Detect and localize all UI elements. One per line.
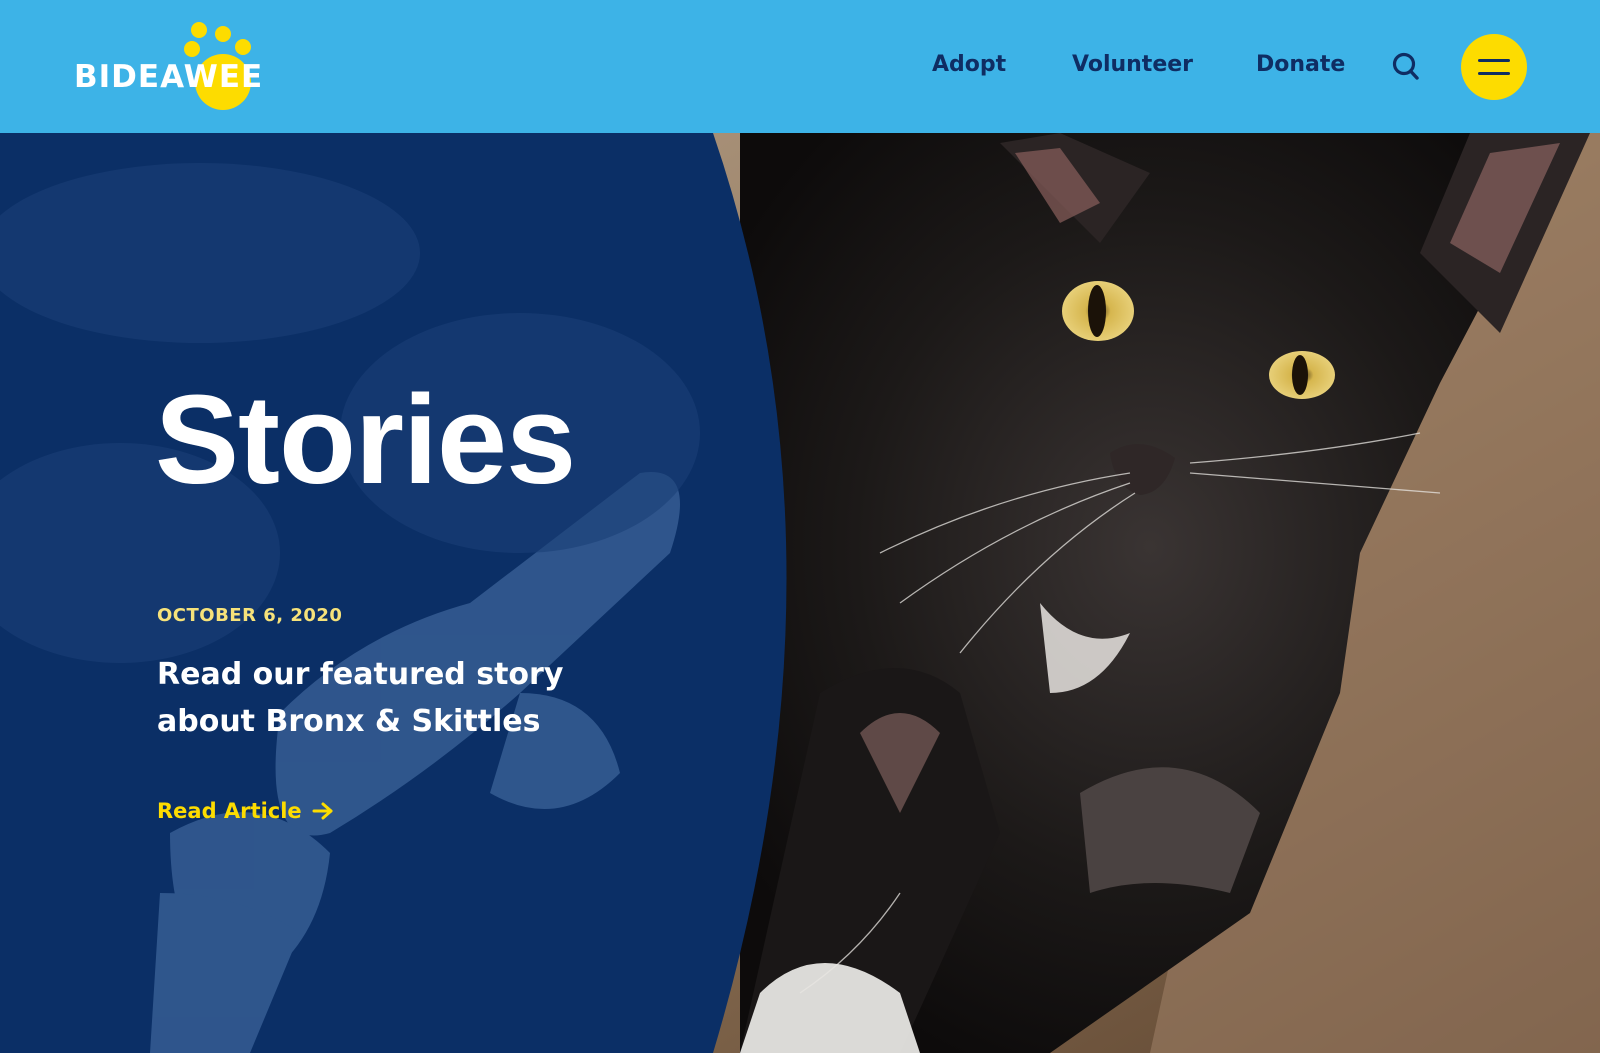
hamburger-menu-icon-line: [1478, 59, 1510, 62]
search-icon[interactable]: [1390, 51, 1422, 83]
arrow-right-icon: [312, 802, 333, 820]
read-article-label: Read Article: [157, 799, 302, 823]
nav-adopt-link[interactable]: Adopt: [932, 54, 1006, 76]
page-title: Stories: [155, 369, 576, 510]
hamburger-menu-button[interactable]: [1461, 34, 1527, 100]
story-date: OCTOBER 6, 2020: [157, 605, 343, 626]
story-summary: Read our featured story about Bronx & Sk…: [157, 657, 564, 739]
hero-section: Stories OCTOBER 6, 2020 Read our feature…: [0, 133, 1600, 1053]
read-article-link[interactable]: Read Article: [157, 799, 334, 823]
hamburger-menu-icon-line: [1478, 72, 1510, 75]
site-header: BIDEAWEE Adopt Volunteer Donate: [0, 0, 1600, 133]
nav-volunteer-link[interactable]: Volunteer: [1072, 54, 1193, 76]
nav-donate-link[interactable]: Donate: [1256, 54, 1345, 76]
bideawee-logo[interactable]: BIDEAWEE: [74, 22, 264, 112]
blue-curved-panel: [0, 133, 787, 1053]
logo-wordmark: BIDEAWEE: [74, 59, 264, 95]
